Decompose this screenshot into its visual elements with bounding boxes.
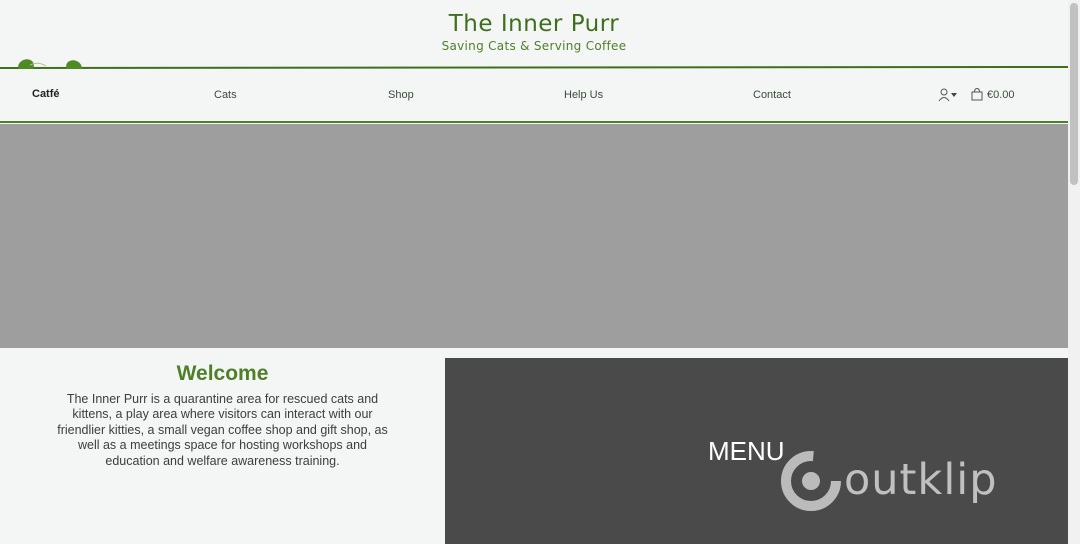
cart-total[interactable]: €0.00 [987, 89, 1015, 101]
nav-item-contact[interactable]: Contact [753, 89, 791, 101]
nav-item-cats[interactable]: Cats [214, 89, 237, 101]
nav-item-shop[interactable]: Shop [388, 89, 414, 101]
welcome-heading: Welcome [176, 362, 269, 385]
site-title[interactable]: The Inner Purr [0, 11, 1068, 37]
shopping-bag-icon[interactable] [971, 88, 983, 101]
site-header: The Inner Purr Saving Cats & Serving Cof… [0, 0, 1068, 74]
watermark-text: outklip [844, 455, 998, 505]
site-tagline: Saving Cats & Serving Coffee [441, 39, 627, 53]
account-icon[interactable] [938, 88, 960, 102]
nav-item-help-us[interactable]: Help Us [564, 89, 603, 101]
scrollbar-thumb[interactable] [1070, 3, 1078, 185]
hero-banner [0, 124, 1068, 348]
menu-heading: MENU [708, 436, 785, 466]
welcome-paragraph: The Inner Purr is a quarantine area for … [57, 392, 388, 468]
nav-brand-catfe[interactable]: Catfé [32, 88, 60, 100]
main-navigation: Catfé Cats Shop Help Us Contact €0.00 [0, 69, 1068, 123]
